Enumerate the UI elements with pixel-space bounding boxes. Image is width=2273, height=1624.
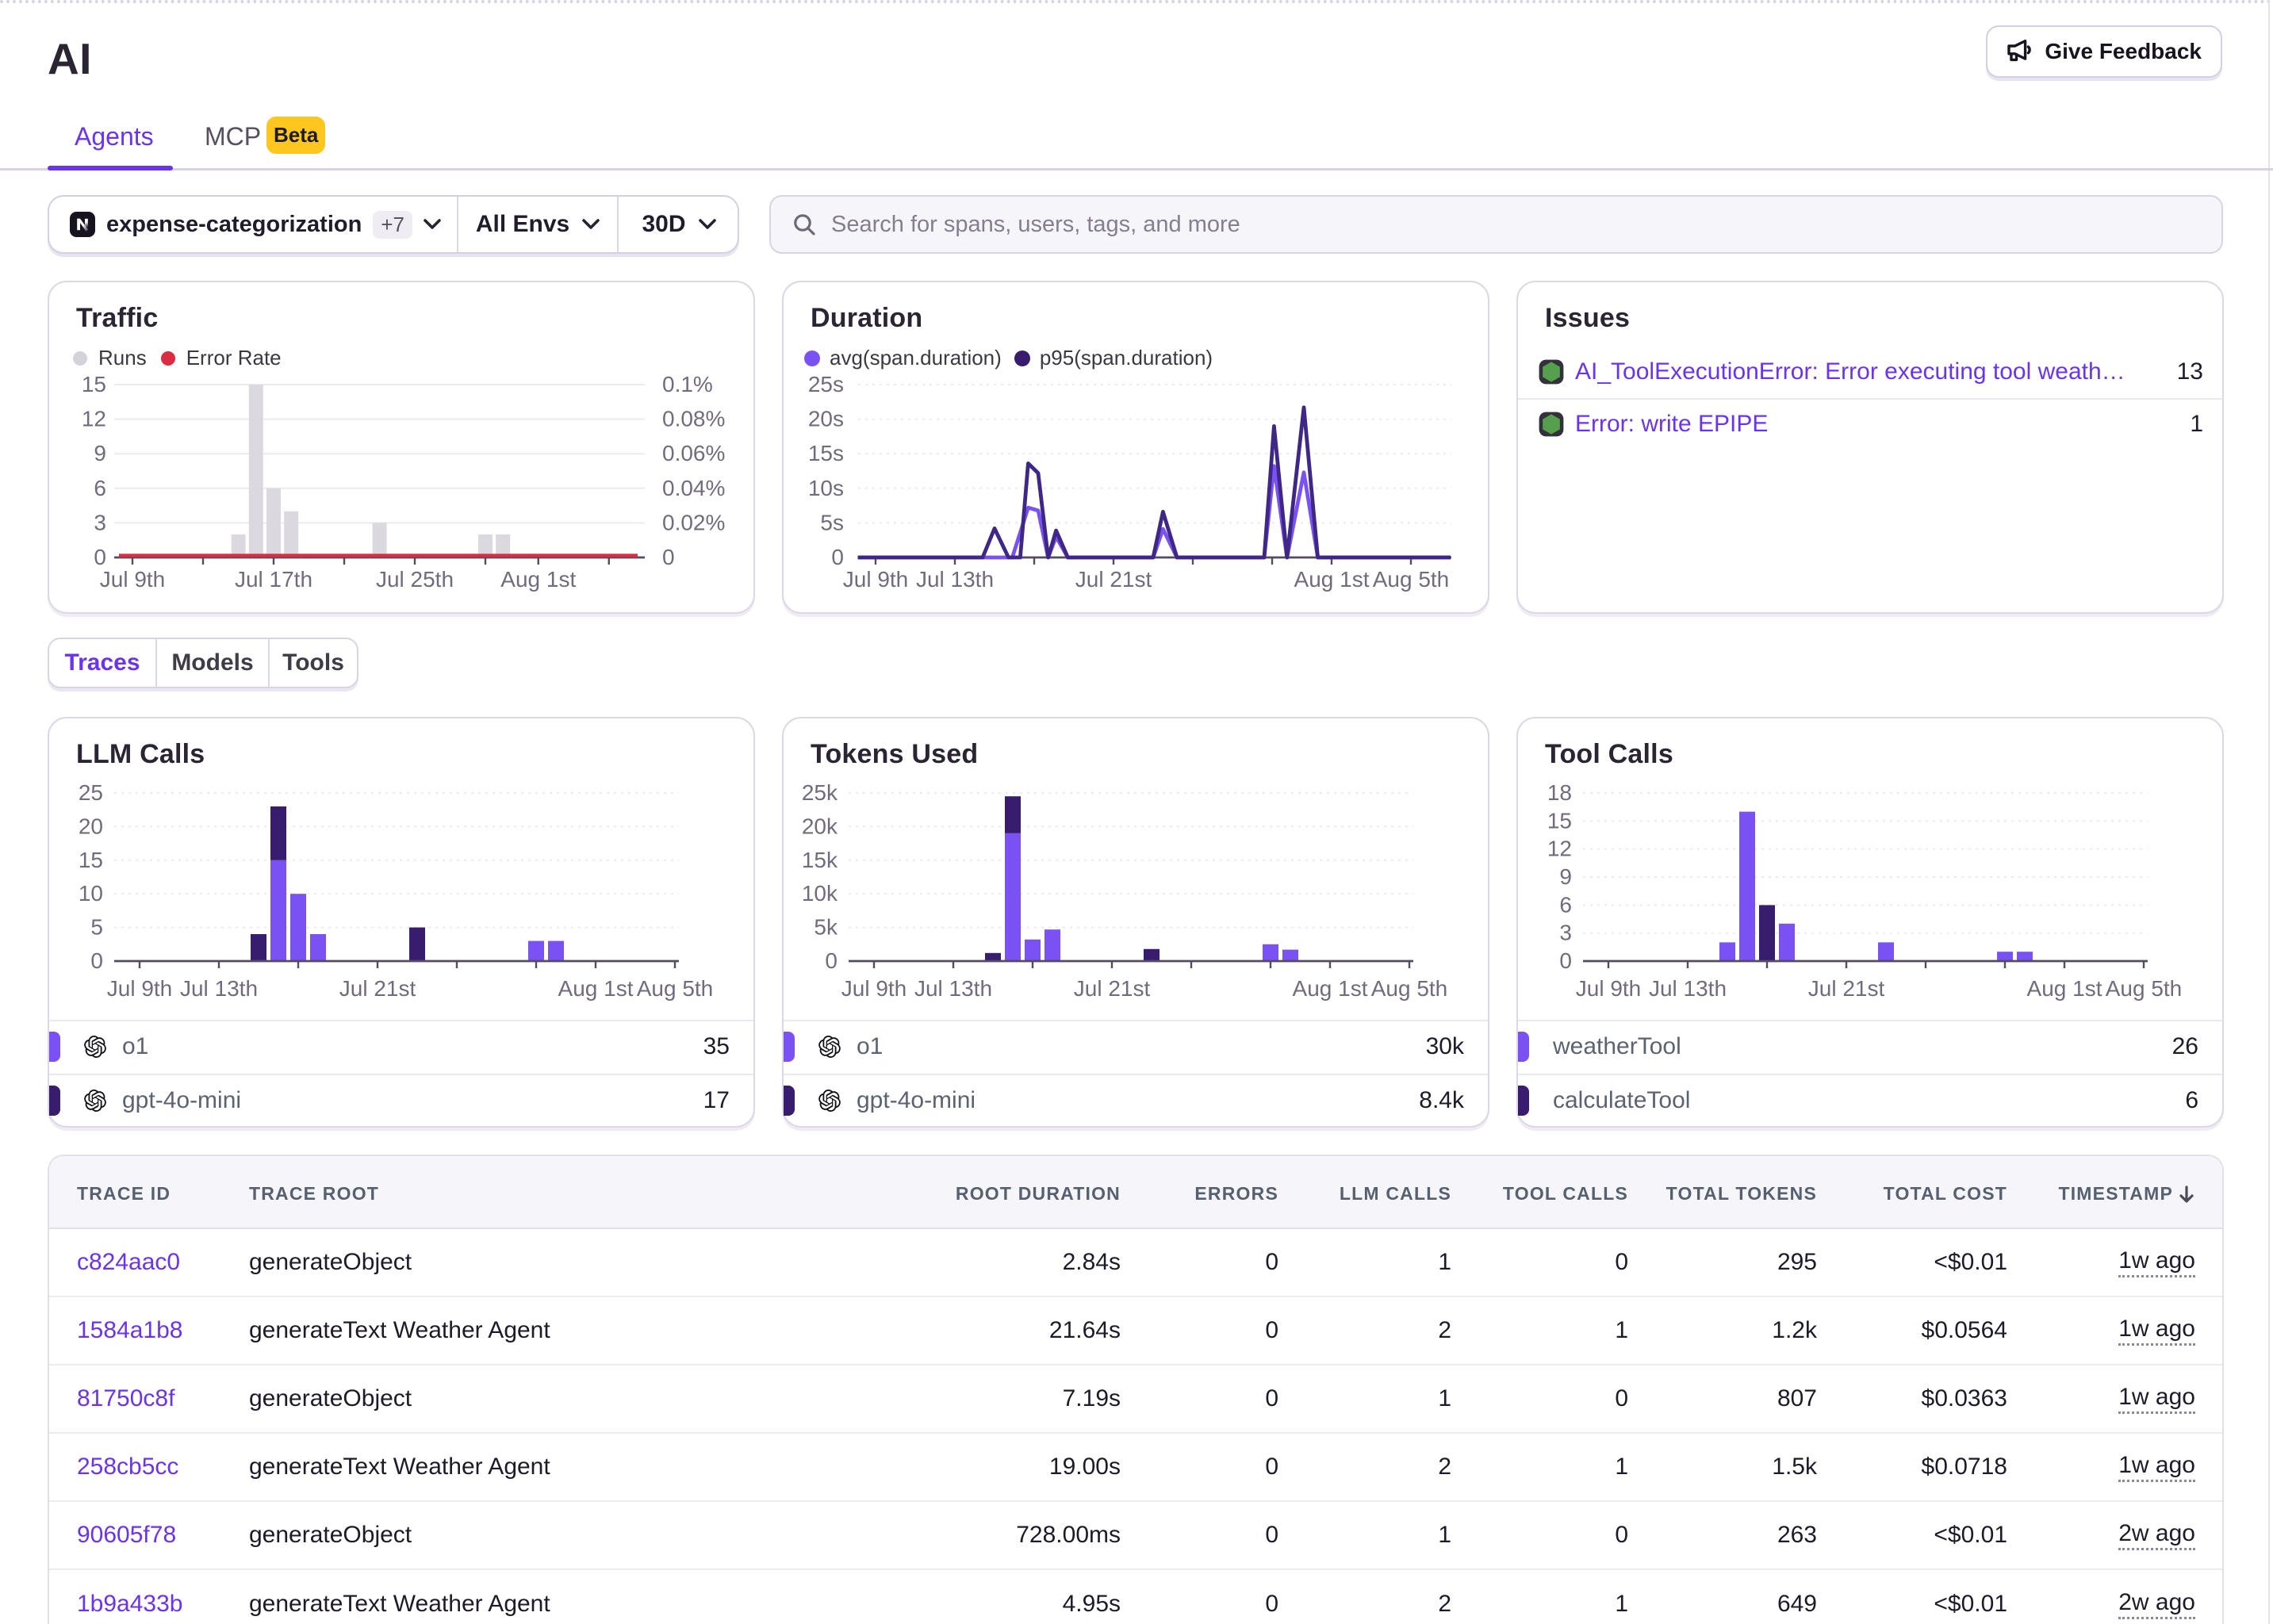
- svg-text:Aug 5th: Aug 5th: [1373, 567, 1450, 592]
- svg-text:Jul 9th: Jul 9th: [843, 567, 909, 592]
- svg-text:5k: 5k: [814, 915, 838, 940]
- svg-text:Aug 1st: Aug 1st: [1293, 976, 1368, 1001]
- svg-text:Jul 13th: Jul 13th: [916, 567, 994, 592]
- svg-text:10k: 10k: [802, 881, 838, 906]
- svg-text:Aug 5th: Aug 5th: [637, 976, 714, 1001]
- svg-text:Aug 1st: Aug 1st: [558, 976, 634, 1001]
- svg-text:20: 20: [79, 814, 103, 838]
- svg-text:15: 15: [1547, 808, 1572, 833]
- svg-text:Jul 21st: Jul 21st: [1074, 976, 1151, 1001]
- svg-text:Aug 1st: Aug 1st: [500, 567, 576, 592]
- svg-text:5s: 5s: [820, 510, 844, 534]
- svg-text:0.08%: 0.08%: [662, 407, 725, 431]
- svg-text:Jul 9th: Jul 9th: [107, 976, 173, 1001]
- svg-text:25: 25: [79, 780, 103, 805]
- svg-text:Jul 9th: Jul 9th: [1576, 976, 1642, 1001]
- svg-text:10s: 10s: [808, 476, 844, 500]
- svg-text:0: 0: [825, 948, 838, 973]
- svg-text:Jul 21st: Jul 21st: [1075, 567, 1152, 592]
- svg-text:Aug 1st: Aug 1st: [2027, 976, 2102, 1001]
- svg-text:3: 3: [94, 510, 106, 534]
- svg-text:3: 3: [1559, 921, 1572, 945]
- svg-text:Jul 21st: Jul 21st: [1808, 976, 1885, 1001]
- svg-text:Jul 13th: Jul 13th: [914, 976, 992, 1001]
- svg-text:Jul 9th: Jul 9th: [100, 567, 166, 592]
- svg-text:0: 0: [90, 948, 103, 973]
- svg-text:18: 18: [1547, 780, 1572, 805]
- svg-text:25k: 25k: [802, 780, 838, 805]
- svg-text:20s: 20s: [808, 407, 844, 431]
- svg-text:15: 15: [79, 848, 103, 872]
- svg-text:15: 15: [82, 372, 106, 396]
- svg-text:0: 0: [831, 545, 844, 569]
- svg-text:0.1%: 0.1%: [662, 372, 713, 396]
- svg-text:15s: 15s: [808, 441, 844, 465]
- svg-text:0.02%: 0.02%: [662, 510, 725, 534]
- svg-text:Jul 9th: Jul 9th: [841, 976, 907, 1001]
- svg-text:0: 0: [94, 545, 106, 569]
- svg-text:Jul 13th: Jul 13th: [1649, 976, 1727, 1001]
- svg-text:15k: 15k: [802, 848, 838, 872]
- svg-text:20k: 20k: [802, 814, 838, 838]
- svg-text:12: 12: [82, 407, 106, 431]
- svg-text:6: 6: [94, 476, 106, 500]
- svg-text:10: 10: [79, 881, 103, 906]
- svg-text:9: 9: [1559, 864, 1572, 889]
- svg-text:5: 5: [90, 915, 103, 940]
- svg-text:Aug 5th: Aug 5th: [1371, 976, 1448, 1001]
- svg-text:Jul 25th: Jul 25th: [376, 567, 454, 592]
- svg-text:0.06%: 0.06%: [662, 441, 725, 465]
- svg-text:6: 6: [1559, 892, 1572, 917]
- svg-text:Jul 21st: Jul 21st: [339, 976, 416, 1001]
- svg-text:Aug 5th: Aug 5th: [2106, 976, 2183, 1001]
- svg-text:9: 9: [94, 441, 106, 465]
- svg-text:12: 12: [1547, 837, 1572, 861]
- svg-text:0: 0: [1559, 948, 1572, 973]
- svg-text:Jul 13th: Jul 13th: [180, 976, 258, 1001]
- svg-text:Aug 1st: Aug 1st: [1294, 567, 1370, 592]
- svg-text:0.04%: 0.04%: [662, 476, 725, 500]
- svg-text:25s: 25s: [808, 372, 844, 396]
- svg-text:0: 0: [662, 545, 675, 569]
- svg-text:Jul 17th: Jul 17th: [235, 567, 312, 592]
